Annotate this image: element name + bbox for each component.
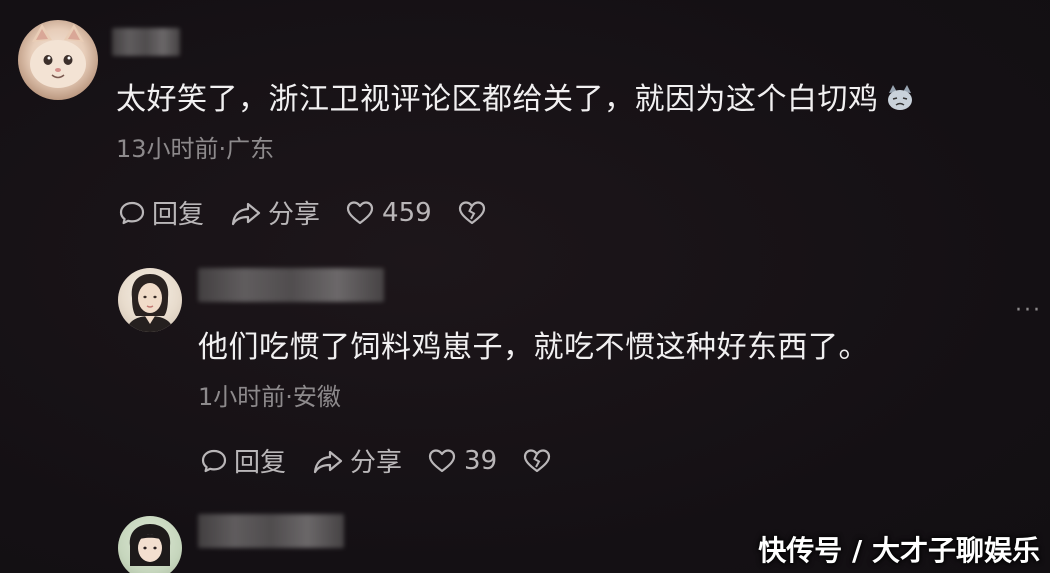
reply-time-location: 1小时前·安徽: [198, 383, 341, 411]
share-label: 分享: [350, 448, 403, 478]
heart-icon: [346, 200, 374, 224]
like-button[interactable]: 459: [346, 198, 432, 228]
reply-button[interactable]: 回复: [118, 194, 204, 231]
share-button[interactable]: 分享: [230, 194, 320, 231]
reply-button[interactable]: 回复: [200, 442, 286, 479]
like-button[interactable]: 39: [428, 446, 497, 476]
commenter-avatar-girl[interactable]: [118, 516, 182, 573]
heart-icon: [428, 448, 456, 472]
comment-section: 太好笑了，浙江卫视评论区都给关了，就因为这个白切鸡 13小时前·广东 回复 分享…: [0, 0, 1050, 573]
share-arrow-icon: [313, 450, 343, 473]
dislike-button[interactable]: [458, 200, 492, 226]
commenter-name-redacted[interactable]: [198, 268, 384, 302]
share-arrow-icon: [231, 202, 261, 225]
comment-body: 太好笑了，浙江卫视评论区都给关了，就因为这个白切鸡: [116, 82, 879, 117]
commenter-name-redacted[interactable]: [198, 514, 344, 548]
broken-heart-icon: [458, 200, 485, 224]
dislike-button[interactable]: [523, 448, 557, 474]
broken-heart-icon: [524, 448, 551, 472]
comment-text: 太好笑了，浙江卫视评论区都给关了，就因为这个白切鸡: [116, 80, 915, 120]
source-watermark: 快传号 / 大才子聊娱乐: [758, 534, 1040, 567]
cat-face-icon: [30, 24, 86, 88]
commenter-avatar-cat[interactable]: [18, 20, 98, 100]
reply-label: 回复: [152, 200, 205, 230]
reply-bubble-icon: [119, 201, 145, 224]
comment-actions: 回复 分享 459: [118, 194, 492, 231]
reply-actions: 回复 分享 39: [200, 442, 557, 479]
reply-label: 回复: [234, 448, 287, 478]
person-portrait-icon: [126, 274, 174, 332]
reply-bubble-icon: [201, 449, 227, 472]
cat-emoji-icon: [885, 83, 915, 113]
person-portrait-icon: [129, 524, 171, 566]
share-button[interactable]: 分享: [312, 442, 402, 479]
share-label: 分享: [268, 200, 321, 230]
commenter-name-redacted[interactable]: [112, 28, 180, 56]
like-count: 459: [382, 197, 432, 228]
more-options-icon[interactable]: ···: [1015, 298, 1042, 323]
like-count: 39: [464, 445, 498, 476]
comment-time-location: 13小时前·广东: [116, 135, 275, 163]
reply-text: 他们吃惯了饲料鸡崽子，就吃不惯这种好东西了。: [198, 330, 869, 365]
commenter-avatar-woman[interactable]: [118, 268, 182, 332]
